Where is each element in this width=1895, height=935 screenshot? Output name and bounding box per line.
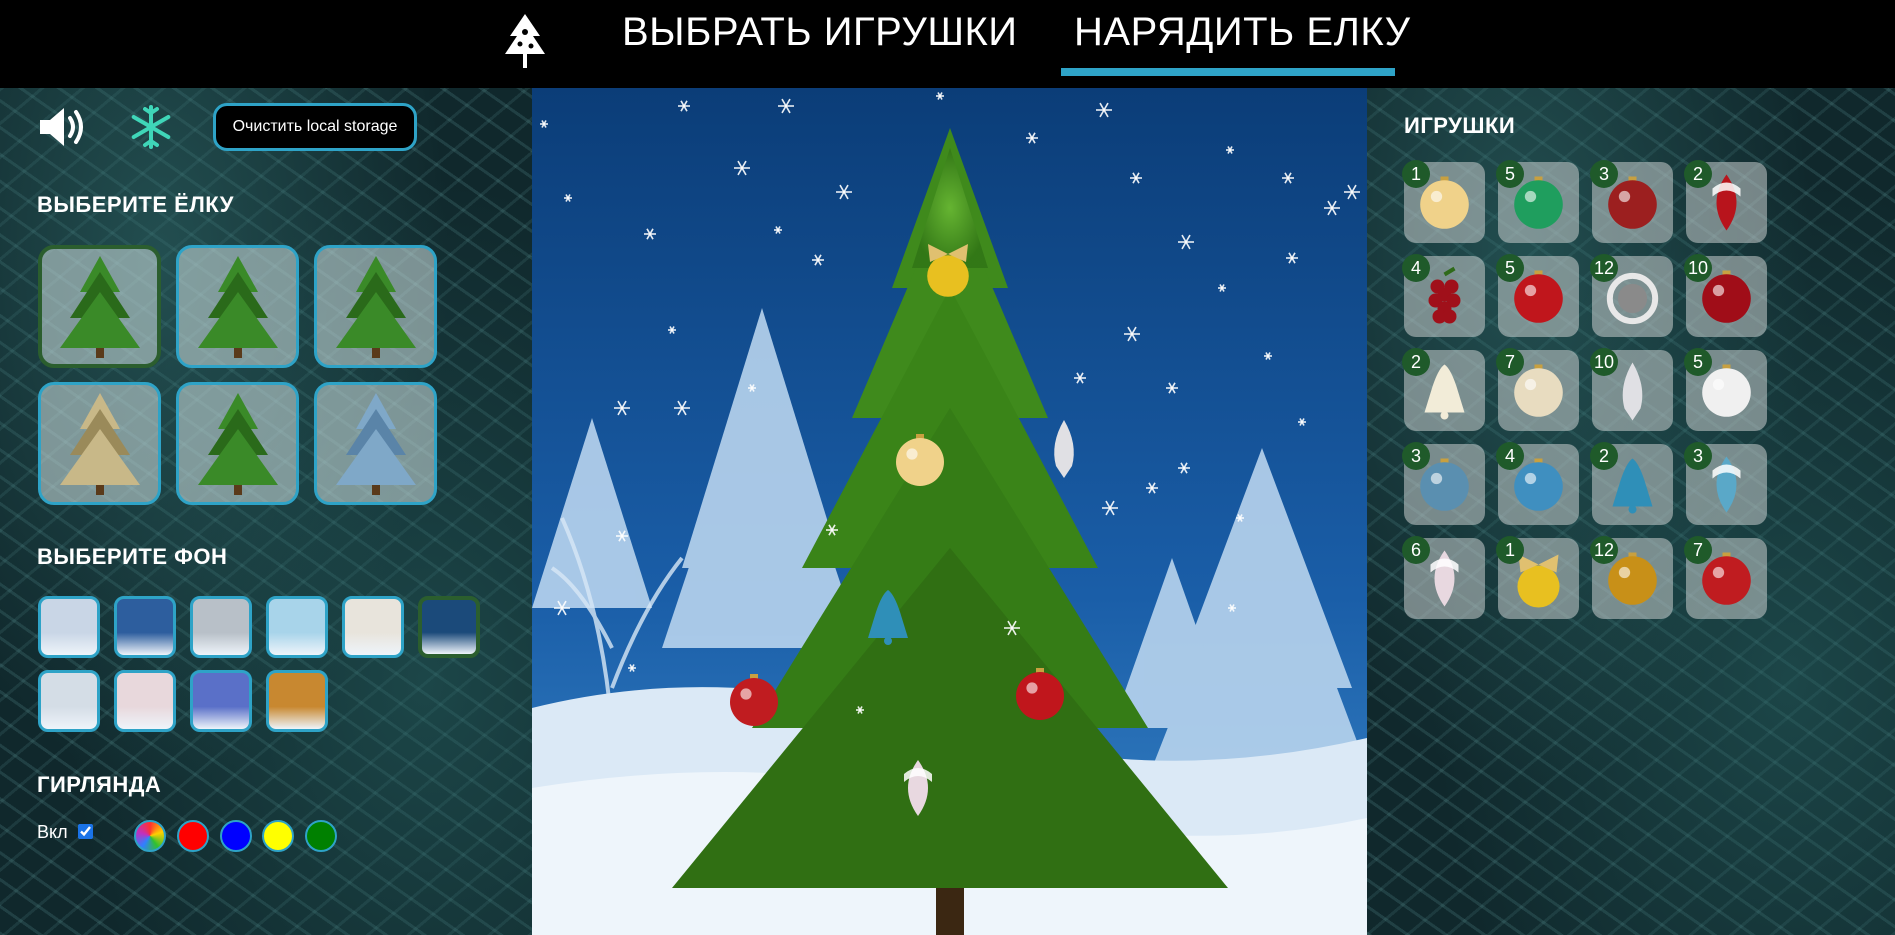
toy-card[interactable]: 3 [1402,442,1485,525]
garland-color-5[interactable] [305,820,337,852]
toy-count-badge: 5 [1496,160,1524,188]
background-option-8[interactable] [114,670,176,732]
tree-option-3[interactable] [314,245,437,368]
toy-count-badge: 4 [1402,254,1430,282]
toy-count-badge: 1 [1402,160,1430,188]
toy-card[interactable]: 5 [1496,160,1579,243]
tree-option-2[interactable] [176,245,299,368]
garland-color-multicolor[interactable] [134,820,166,852]
tree-option-1[interactable] [38,245,161,368]
background-section-title: ВЫБЕРИТЕ ФОН [37,544,228,569]
background-option-10[interactable] [266,670,328,732]
speaker-on-icon[interactable] [38,104,90,150]
toy-card[interactable]: 1 [1496,536,1579,619]
garland-color-2[interactable] [177,820,209,852]
toy-card[interactable]: 6 [1402,536,1485,619]
garland-toggle-label: Вкл [37,822,68,842]
tree-option-6[interactable] [314,382,437,505]
toy-count-badge: 4 [1496,442,1524,470]
toy-card[interactable]: 5 [1496,254,1579,337]
garland-color-4[interactable] [262,820,294,852]
toy-count-badge: 7 [1496,348,1524,376]
tree-section-title: ВЫБЕРИТЕ ЁЛКУ [37,192,234,217]
garland-section-title: ГИРЛЯНДА [37,772,162,797]
background-option-5[interactable] [342,596,404,658]
toy-card[interactable]: 4 [1496,442,1579,525]
garland-toggle-checkbox[interactable] [78,824,93,839]
toy-count-badge: 3 [1402,442,1430,470]
toy-count-badge: 3 [1684,442,1712,470]
tree-thumbnail [335,392,416,495]
toy-card[interactable]: 10 [1684,254,1767,337]
toy-card[interactable]: 2 [1402,348,1485,431]
active-nav-indicator [1061,68,1395,76]
background-option-1[interactable] [38,596,100,658]
toy-card[interactable]: 7 [1496,348,1579,431]
toy-count-badge: 5 [1684,348,1712,376]
toy-count-badge: 2 [1684,160,1712,188]
snowflake-icon[interactable] [128,104,174,150]
toy-count-badge: 1 [1496,536,1524,564]
toy-count-badge: 7 [1684,536,1712,564]
tree-thumbnail [59,392,140,495]
background-option-4[interactable] [266,596,328,658]
tree-thumbnail [197,255,278,358]
toy-card[interactable]: 2 [1684,160,1767,243]
background-option-6[interactable] [418,596,480,658]
toy-card[interactable]: 1 [1402,160,1485,243]
toy-card[interactable]: 5 [1684,348,1767,431]
header: ВЫБРАТЬ ИГРУШКИ НАРЯДИТЬ ЕЛКУ [0,0,1895,88]
nav-decorate-tree[interactable]: НАРЯДИТЬ ЕЛКУ [1074,10,1410,55]
tree-option-5[interactable] [176,382,299,505]
toy-card[interactable]: 2 [1590,442,1673,525]
toy-card[interactable]: 12 [1590,536,1673,619]
toy-count-badge: 2 [1402,348,1430,376]
toy-count-badge: 3 [1590,160,1618,188]
toy-count-badge: 2 [1590,442,1618,470]
tree-thumbnail [59,255,140,358]
tree-logo-icon[interactable] [500,12,550,72]
background-option-7[interactable] [38,670,100,732]
toy-card[interactable]: 4 [1402,254,1485,337]
tree-thumbnail [197,392,278,495]
toy-count-badge: 5 [1496,254,1524,282]
toy-count-badge: 10 [1684,254,1712,282]
toy-count-badge: 10 [1590,348,1618,376]
toy-count-badge: 12 [1590,536,1618,564]
tree-scene[interactable] [532,88,1367,935]
garland-color-3[interactable] [220,820,252,852]
toy-card[interactable]: 7 [1684,536,1767,619]
toy-card[interactable]: 3 [1684,442,1767,525]
background-option-9[interactable] [190,670,252,732]
clear-storage-button[interactable]: Очистить local storage [213,103,417,151]
toys-section-title: ИГРУШКИ [1404,113,1516,138]
background-option-2[interactable] [114,596,176,658]
background-option-3[interactable] [190,596,252,658]
tree-thumbnail [335,255,416,358]
toy-count-badge: 12 [1590,254,1618,282]
toy-count-badge: 6 [1402,536,1430,564]
toy-card[interactable]: 10 [1590,348,1673,431]
toy-card[interactable]: 12 [1590,254,1673,337]
nav-choose-toys[interactable]: ВЫБРАТЬ ИГРУШКИ [622,10,1018,55]
toy-card[interactable]: 3 [1590,160,1673,243]
tree-option-4[interactable] [38,382,161,505]
